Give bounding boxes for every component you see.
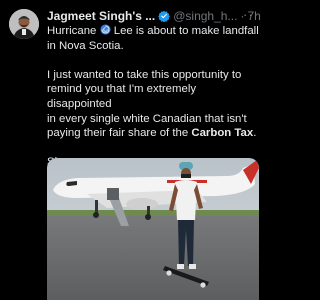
text-line: in Nova Scotia. (47, 39, 124, 52)
tweet-card[interactable]: Jagmeet Singh's ... @singh_h... · 7h ···… (0, 0, 265, 300)
text-segment: paying their fair share of the (47, 127, 189, 140)
tweet-text: Hurricane Lee is about to make landfall … (47, 24, 259, 170)
display-name[interactable]: Jagmeet Singh's ... (47, 9, 155, 23)
photo-image (47, 158, 259, 300)
verified-badge-icon (158, 10, 171, 22)
text-segment: . (253, 127, 257, 140)
tweet-header: Jagmeet Singh's ... @singh_h... · 7h ··· (47, 7, 261, 24)
text-line: in every single white Canadian that isn'… (47, 112, 247, 125)
text-segment: Hurricane (47, 25, 97, 37)
handle[interactable]: @singh_h... (173, 9, 237, 23)
avatar-image (9, 9, 39, 39)
cyclone-emoji-icon (100, 24, 111, 35)
bold-text: Carbon Tax (191, 127, 254, 140)
text-line: I just wanted to take this opportunity t… (47, 68, 242, 81)
tweet-photo[interactable] (47, 158, 259, 300)
text-line: remind you that I'm extremely disappoint… (47, 83, 197, 110)
more-options-icon[interactable]: ··· (243, 7, 259, 22)
avatar[interactable] (9, 9, 39, 39)
text-segment: Lee is about to make landfall (113, 25, 259, 37)
text-line: paying their fair share of the Carbon Ta… (47, 126, 259, 141)
text-line: Hurricane Lee is about to make landfall (47, 24, 259, 39)
